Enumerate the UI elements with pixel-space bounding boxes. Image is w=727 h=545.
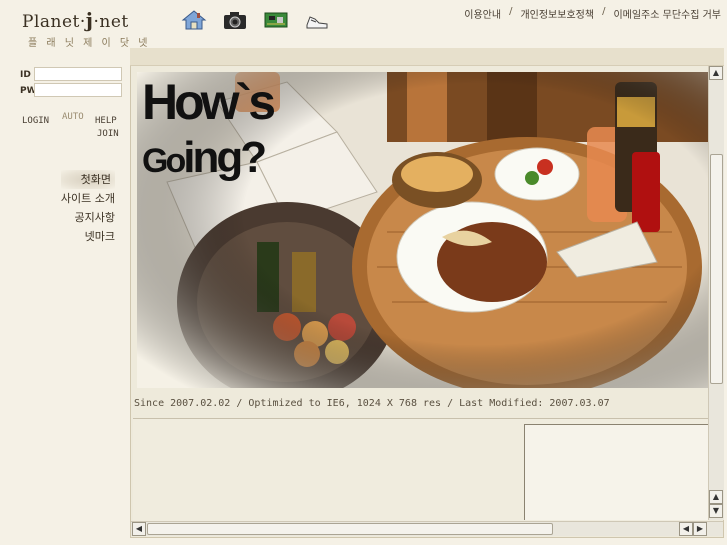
logo-text-a: Planet· (22, 12, 86, 32)
menu-item-home[interactable]: 첫화면 (60, 170, 115, 189)
vertical-scrollbar[interactable]: ▲ ▲ ▼ (708, 66, 724, 520)
join-link[interactable]: JOIN (97, 129, 119, 139)
menu-item-about[interactable]: 사이트 소개 (61, 189, 115, 208)
auto-login-toggle[interactable]: AUTO (62, 112, 84, 122)
camera-icon[interactable] (221, 8, 249, 32)
site-logo[interactable]: Planet·j·net (22, 8, 129, 32)
hero-image: How`s Going? (137, 72, 709, 388)
logo-subtitle: 플 래 닛 제 이 닷 넷 (28, 38, 151, 49)
circuit-board-icon[interactable] (262, 8, 290, 32)
home-icon[interactable] (180, 8, 208, 32)
scroll-left-button-right[interactable]: ◀ (679, 522, 693, 536)
id-input[interactable] (34, 67, 122, 81)
help-link[interactable]: HELP (95, 116, 117, 126)
nav-privacy-policy[interactable]: 개인정보보호정책 (520, 6, 594, 21)
nav-separator: / (602, 6, 606, 17)
sub-panel (524, 424, 710, 520)
menu-item-notice[interactable]: 공지사항 (61, 208, 115, 227)
id-label: ID (20, 70, 31, 80)
hero-title-line2: Going? (142, 133, 267, 192)
scroll-up-button[interactable]: ▲ (709, 66, 723, 80)
horizontal-scrollbar[interactable]: ◀ ◀ ▶ (131, 521, 723, 536)
vertical-scroll-thumb[interactable] (710, 154, 723, 384)
hero-title-go: Go (142, 142, 186, 180)
horizontal-scroll-thumb[interactable] (147, 523, 553, 535)
nav-email-refusal[interactable]: 이메일주소 무단수집 거부 (613, 6, 721, 21)
menu-item-netmark[interactable]: 넷마크 (61, 227, 115, 246)
nav-usage-guide[interactable]: 이용안내 (464, 6, 501, 21)
scroll-up-button-lower[interactable]: ▲ (709, 490, 723, 504)
login-button[interactable]: LOGIN (22, 116, 49, 126)
scroll-left-button[interactable]: ◀ (132, 522, 146, 536)
site-info-text: Since 2007.02.02 / Optimized to IE6, 102… (134, 398, 610, 409)
logo-text-b: ·net (93, 12, 129, 32)
top-icon-bar (180, 8, 331, 32)
nav-separator: / (509, 6, 513, 17)
hero-title-line1: How`s (142, 74, 276, 130)
top-nav: 이용안내 / 개인정보보호정책 / 이메일주소 무단수집 거부 (464, 6, 721, 21)
scroll-down-button[interactable]: ▼ (709, 504, 723, 518)
scroll-right-button[interactable]: ▶ (693, 522, 707, 536)
pw-input[interactable] (34, 83, 122, 97)
hero-title-ing: ing? (183, 133, 267, 182)
sneakers-icon[interactable] (303, 8, 331, 32)
logo-text-j: j (85, 8, 94, 32)
side-menu: 첫화면 사이트 소개 공지사항 넷마크 (60, 170, 115, 246)
frame-header (130, 48, 724, 66)
